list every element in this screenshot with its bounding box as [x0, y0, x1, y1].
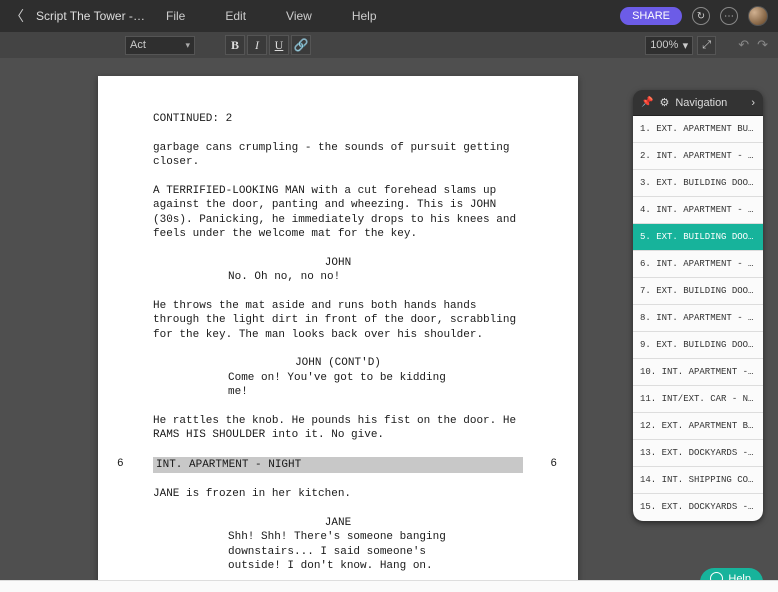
scene-heading-row: 6 INT. APARTMENT - NIGHT 6	[153, 457, 523, 474]
history-icon[interactable]: ↻	[692, 7, 710, 25]
character-cue: JANE	[238, 516, 438, 531]
chevron-down-icon: ▾	[185, 40, 190, 51]
document-title: Script The Tower - De…	[36, 9, 146, 23]
status-bar	[0, 580, 778, 592]
zoom-value: 100%	[650, 39, 678, 51]
nav-scene-item[interactable]: 11. INT/EXT. CAR - NI…	[633, 386, 763, 413]
navigation-panel: 📌 ⚙ Navigation › 1. EXT. APARTMENT BUIL……	[633, 90, 763, 521]
link-button[interactable]: 🔗	[291, 35, 311, 55]
italic-button[interactable]: I	[247, 35, 267, 55]
nav-scene-item[interactable]: 6. INT. APARTMENT - NI…	[633, 251, 763, 278]
nav-scene-item[interactable]: 15. EXT. DOCKYARDS - …	[633, 494, 763, 521]
back-arrow-icon[interactable]: 〈	[10, 6, 28, 26]
editor-workspace: CONTINUED: 2 garbage cans crumpling - th…	[0, 58, 778, 592]
user-avatar[interactable]	[748, 6, 768, 26]
zoom-controls: 100% ▾ ⤢ ↶ ↷	[645, 36, 768, 55]
action-block: JANE is frozen in her kitchen.	[153, 487, 523, 502]
nav-scene-item[interactable]: 2. INT. APARTMENT - NI…	[633, 143, 763, 170]
action-block: He rattles the knob. He pounds his fist …	[153, 414, 523, 443]
menu-edit[interactable]: Edit	[225, 9, 246, 23]
continued-label: CONTINUED: 2	[153, 112, 523, 127]
navigation-title: Navigation	[675, 97, 727, 109]
nav-scene-item[interactable]: 12. EXT. APARTMENT BU…	[633, 413, 763, 440]
underline-button[interactable]: U	[269, 35, 289, 55]
navigation-list: 1. EXT. APARTMENT BUIL…2. INT. APARTMENT…	[633, 116, 763, 521]
text-format-group: B I U 🔗	[225, 35, 311, 55]
scene-number-right: 6	[550, 457, 557, 472]
nav-scene-item[interactable]: 7. EXT. BUILDING DOOR …	[633, 278, 763, 305]
element-style-select[interactable]: Act ▾	[125, 36, 195, 55]
nav-scene-item[interactable]: 3. EXT. BUILDING DOOR …	[633, 170, 763, 197]
redo-button[interactable]: ↷	[757, 37, 768, 53]
scene-number-left: 6	[117, 457, 124, 472]
menu-help[interactable]: Help	[352, 9, 377, 23]
chevron-down-icon: ▾	[683, 39, 689, 52]
nav-scene-item[interactable]: 10. INT. APARTMENT - …	[633, 359, 763, 386]
character-cue: JOHN	[238, 256, 438, 271]
share-button[interactable]: SHARE	[620, 7, 682, 25]
zoom-select[interactable]: 100% ▾	[645, 36, 693, 55]
undo-button[interactable]: ↶	[738, 37, 749, 53]
main-menu: File Edit View Help	[166, 9, 377, 23]
chevron-right-icon[interactable]: ›	[751, 97, 755, 109]
script-page[interactable]: CONTINUED: 2 garbage cans crumpling - th…	[98, 76, 578, 592]
action-block: A TERRIFIED-LOOKING MAN with a cut foreh…	[153, 184, 523, 242]
action-block: He throws the mat aside and runs both ha…	[153, 299, 523, 343]
dialogue-block: No. Oh no, no no!	[228, 270, 448, 285]
element-style-value: Act	[130, 39, 146, 51]
undo-redo-group: ↶ ↷	[738, 37, 768, 53]
dialogue-block: Come on! You've got to be kidding me!	[228, 371, 448, 400]
nav-scene-item[interactable]: 14. INT. SHIPPING CON…	[633, 467, 763, 494]
nav-scene-item[interactable]: 4. INT. APARTMENT - NI…	[633, 197, 763, 224]
fullscreen-button[interactable]: ⤢	[697, 36, 716, 55]
gear-icon[interactable]: ⚙	[659, 96, 669, 109]
menu-view[interactable]: View	[286, 9, 312, 23]
nav-scene-item[interactable]: 1. EXT. APARTMENT BUIL…	[633, 116, 763, 143]
action-block: garbage cans crumpling - the sounds of p…	[153, 141, 523, 170]
nav-scene-item[interactable]: 5. EXT. BUILDING DOOR …	[633, 224, 763, 251]
bold-button[interactable]: B	[225, 35, 245, 55]
top-right-controls: SHARE ↻ ⋯	[620, 6, 768, 26]
dialogue-block: Shh! Shh! There's someone banging downst…	[228, 530, 448, 574]
menu-file[interactable]: File	[166, 9, 185, 23]
character-cue: JOHN (CONT'D)	[238, 356, 438, 371]
nav-scene-item[interactable]: 8. INT. APARTMENT - NI…	[633, 305, 763, 332]
nav-scene-item[interactable]: 9. EXT. BUILDING DOOR …	[633, 332, 763, 359]
comment-icon[interactable]: ⋯	[720, 7, 738, 25]
navigation-header: 📌 ⚙ Navigation ›	[633, 90, 763, 116]
top-menu-bar: 〈 Script The Tower - De… File Edit View …	[0, 0, 778, 32]
pin-icon[interactable]: 📌	[641, 97, 653, 108]
nav-scene-item[interactable]: 13. EXT. DOCKYARDS - …	[633, 440, 763, 467]
format-toolbar: Act ▾ B I U 🔗 100% ▾ ⤢ ↶ ↷	[0, 32, 778, 58]
scene-heading[interactable]: INT. APARTMENT - NIGHT	[153, 457, 523, 474]
